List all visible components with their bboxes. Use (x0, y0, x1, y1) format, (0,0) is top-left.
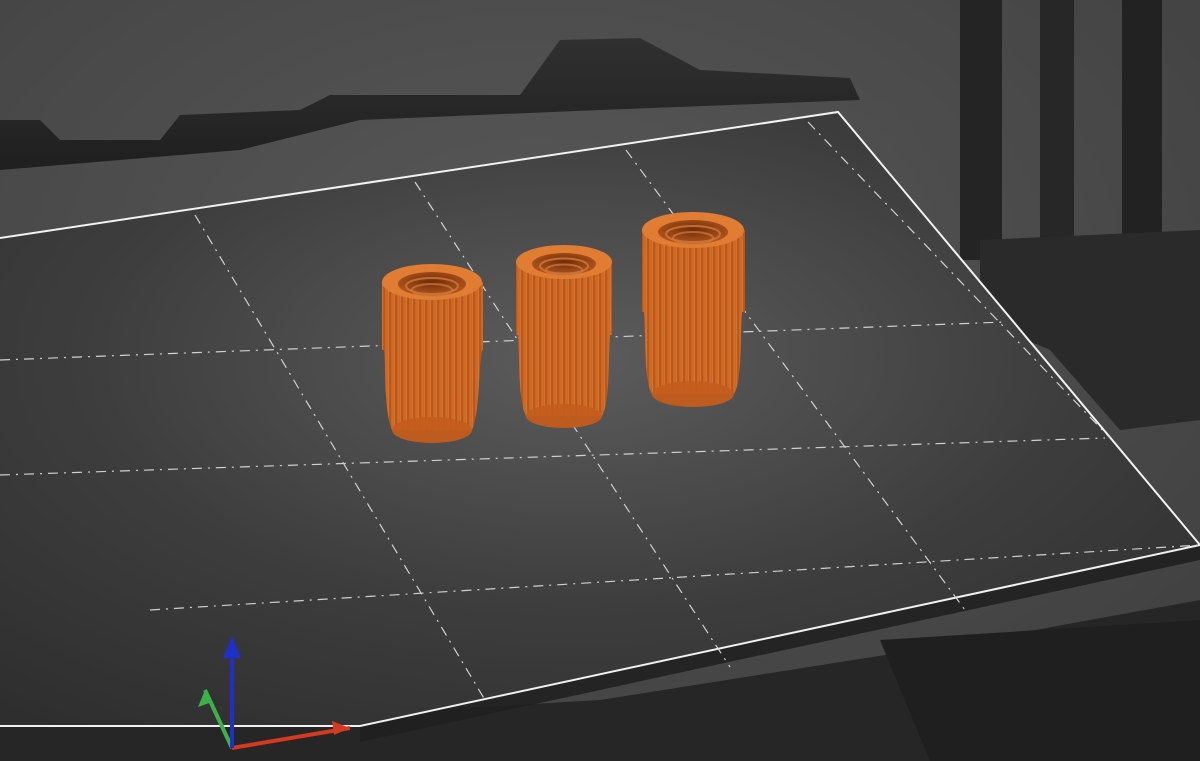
object-1-base (392, 417, 472, 443)
z-rod-left (960, 0, 1002, 260)
z-rod-middle (1040, 0, 1074, 260)
scene-canvas[interactable] (0, 0, 1200, 761)
object-3[interactable] (642, 212, 745, 407)
object-2-lower-body (518, 335, 610, 416)
3d-viewport[interactable] (0, 0, 1200, 761)
object-1[interactable] (382, 264, 483, 443)
printer-frame-bottom-shadow (880, 620, 1200, 761)
object-2[interactable] (516, 245, 612, 428)
z-rod-right (1122, 0, 1162, 250)
object-3-base (652, 381, 734, 407)
object-2-base (526, 404, 602, 428)
